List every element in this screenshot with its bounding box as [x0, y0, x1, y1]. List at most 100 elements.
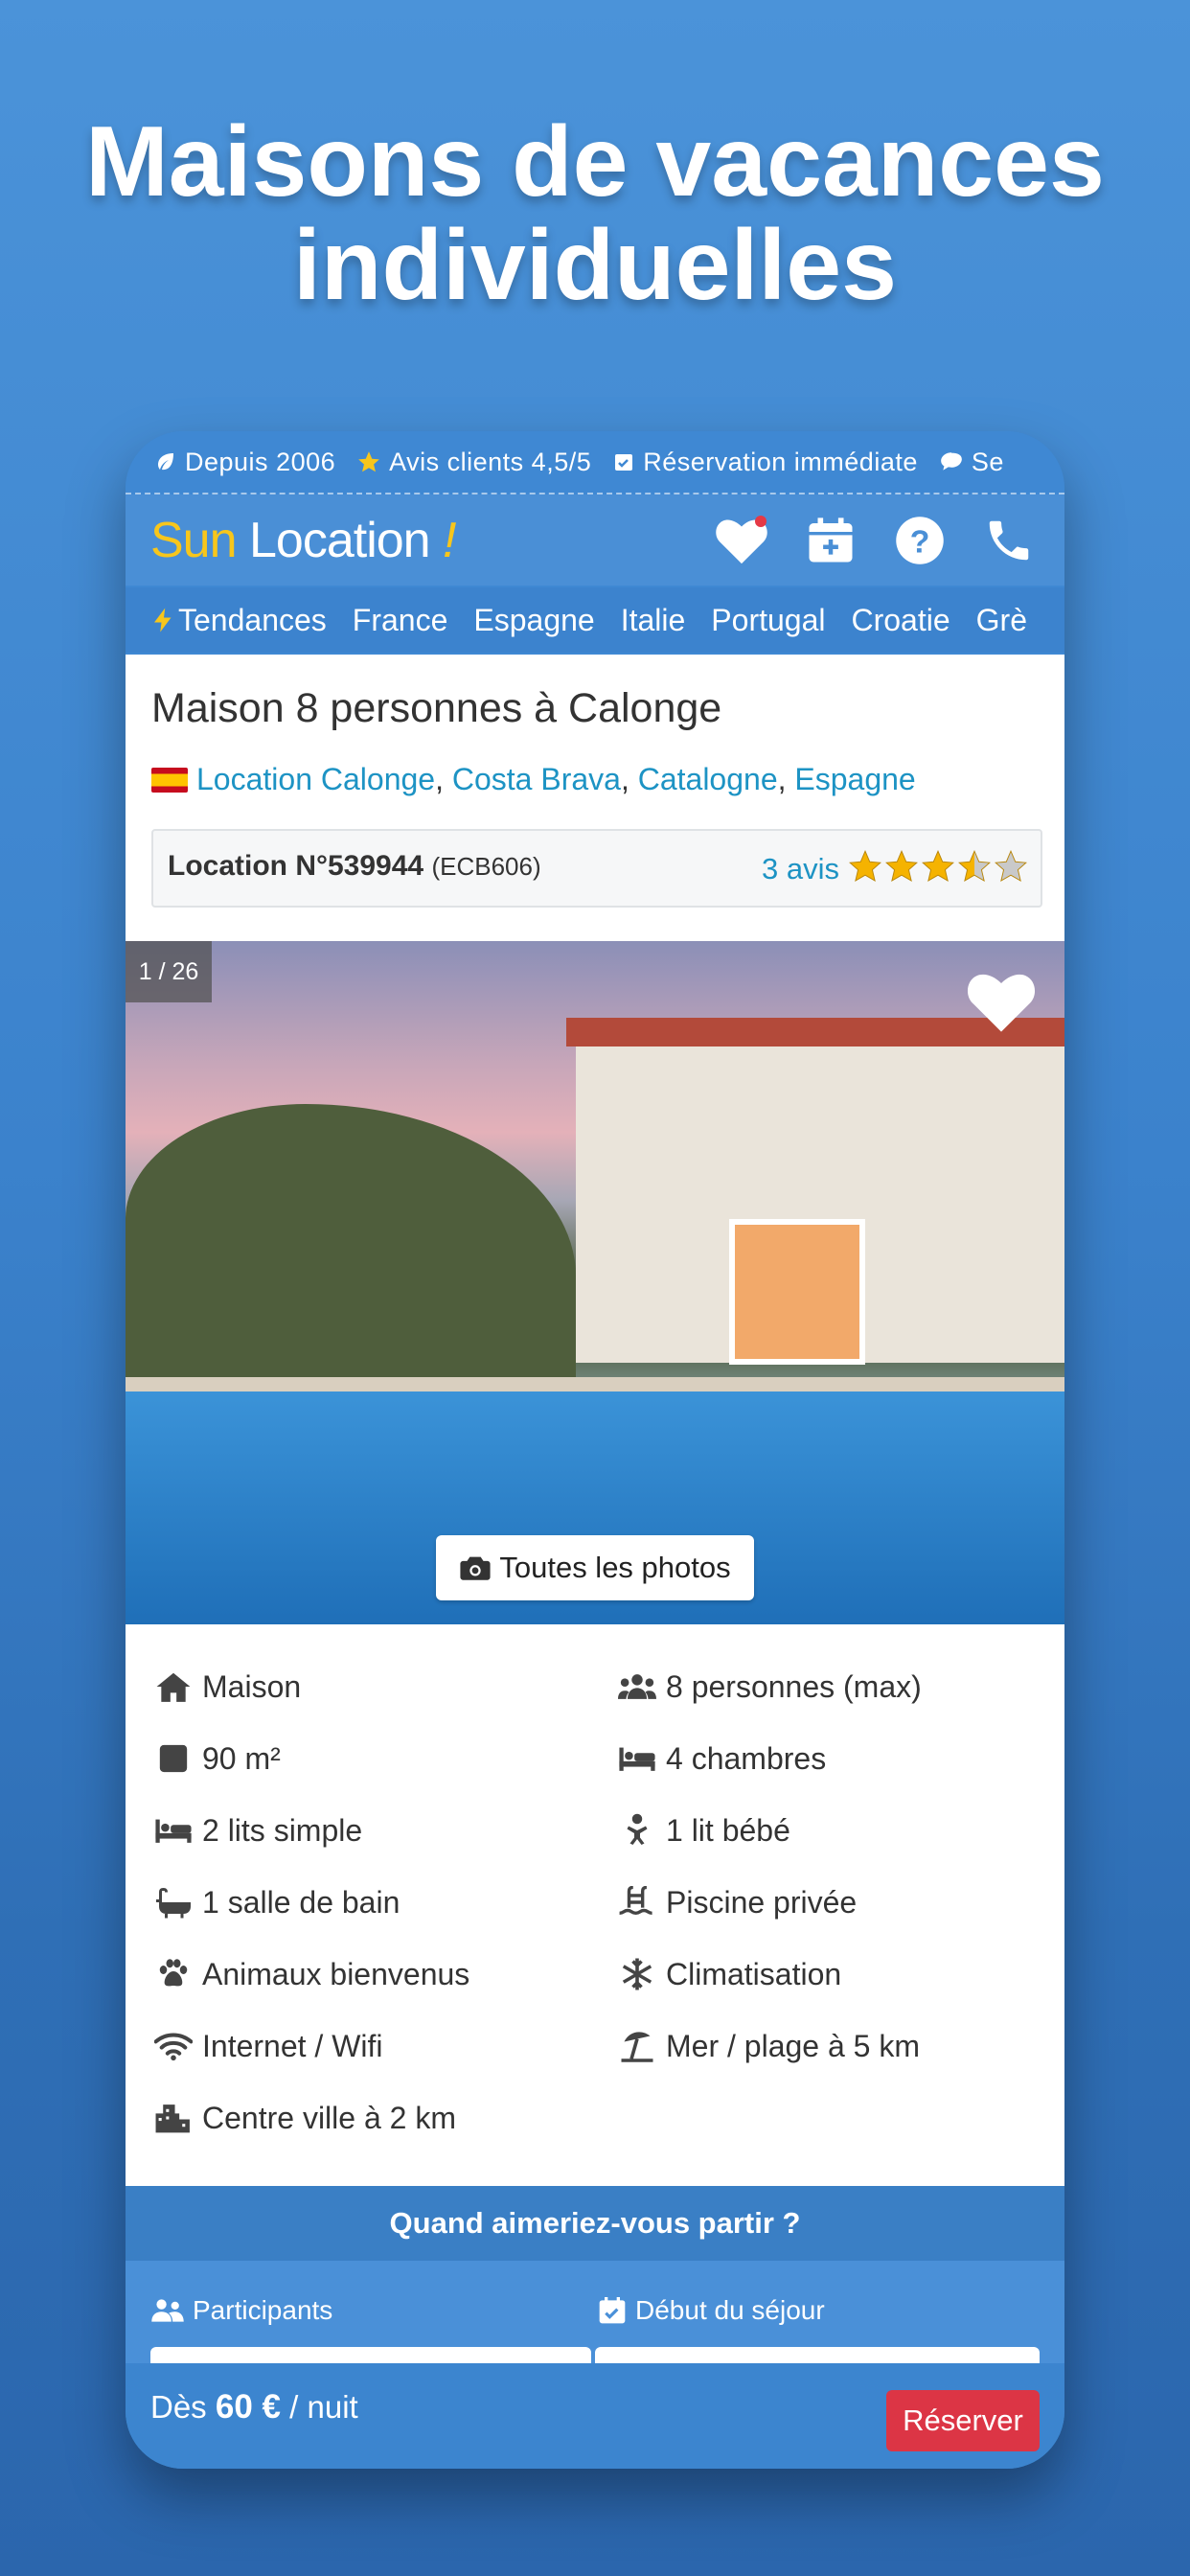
umbrella-beach-icon [618, 2027, 656, 2065]
nav-item-croatie[interactable]: Croatie [851, 603, 950, 638]
location-link-calonge[interactable]: Location Calonge [196, 762, 435, 797]
phone-icon [989, 520, 1029, 560]
trust-item-reviews: Avis clients 4,5/5 [356, 448, 591, 477]
trust-bar: Depuis 2006 Avis clients 4,5/5 Réservati… [126, 431, 1064, 494]
nav-item-espagne[interactable]: Espagne [473, 603, 594, 638]
phone-button[interactable] [980, 512, 1038, 569]
nav-label: Grè [975, 602, 1027, 637]
headline-line-2: individuelles [293, 210, 897, 321]
calendar-check-icon [599, 2297, 626, 2324]
feature-label: 4 chambres [666, 1740, 827, 1776]
reviews-link[interactable]: 3 avis [762, 848, 1029, 889]
users-icon [151, 2299, 184, 2322]
reference-number: Location N°539944 (ECB606) [168, 850, 541, 883]
favorites-button[interactable] [713, 512, 770, 569]
feature-type: Maison [154, 1668, 301, 1706]
listing-photo[interactable]: 1 / 26 Toutes les photos [126, 941, 1064, 1624]
reserve-button[interactable]: Réserver [886, 2390, 1040, 2451]
feature-label: Mer / plage à 5 km [666, 2028, 920, 2063]
trust-item-since: Depuis 2006 [154, 448, 335, 477]
nav-item-italie[interactable]: Italie [621, 603, 686, 638]
feature-pets: Animaux bienvenus [154, 1955, 469, 1993]
nav-item-grece[interactable]: Grè [976, 603, 1027, 638]
lightning-icon [154, 608, 172, 632]
logo-sun: Sun [150, 512, 238, 568]
photo-window [729, 1219, 865, 1365]
feature-beach: Mer / plage à 5 km [618, 2027, 920, 2065]
logo-exclaim: ! [443, 512, 456, 568]
pool-icon [618, 1883, 656, 1921]
nav-label: France [352, 602, 448, 637]
nav-item-portugal[interactable]: Portugal [711, 603, 825, 638]
ref-code: (ECB606) [431, 852, 541, 881]
start-date-label: Début du séjour [597, 2295, 825, 2326]
nav-item-tendances[interactable]: Tendances [149, 603, 327, 638]
listing-title: Maison 8 personnes à Calonge [151, 685, 722, 731]
price-suffix: / nuit [289, 2389, 358, 2425]
location-link-catalogne[interactable]: Catalogne [638, 762, 778, 797]
bed-icon [618, 1739, 656, 1778]
users-icon [618, 1668, 656, 1706]
single-bed-icon [154, 1811, 193, 1850]
feature-label: Animaux bienvenus [202, 1956, 470, 1991]
nav-label: Espagne [473, 602, 595, 637]
photo-counter: 1 / 26 [126, 941, 212, 1002]
star-icon [358, 451, 379, 472]
feature-pool: Piscine privée [618, 1883, 857, 1921]
photo-pool-edge [126, 1377, 1064, 1392]
trust-label: Avis clients 4,5/5 [389, 447, 592, 476]
home-icon [154, 1668, 193, 1706]
city-icon [154, 2099, 193, 2137]
trust-label: Depuis 2006 [185, 447, 336, 476]
bookings-button[interactable] [802, 512, 859, 569]
promo-headline: Maisons de vacances individuelles [0, 110, 1190, 317]
location-link-espagne[interactable]: Espagne [794, 762, 915, 797]
chat-icon [941, 452, 962, 471]
feature-label: 8 personnes (max) [666, 1668, 922, 1704]
destination-nav: Tendances France Espagne Italie Portugal… [126, 587, 1064, 653]
start-date-text: Début du séjour [635, 2295, 825, 2325]
feature-label: 90 m² [202, 1740, 281, 1776]
features-list: Maison 8 personnes (max) 90 m² 4 chambre… [126, 1624, 1064, 2199]
feature-label: Centre ville à 2 km [202, 2100, 456, 2135]
price-bar: Dès 60 € / nuit Réserver [126, 2363, 1064, 2469]
leaf-icon [158, 453, 173, 471]
help-button[interactable]: ? [891, 512, 949, 569]
star-icon [885, 849, 918, 883]
trust-item-booking: Réservation immédiate [612, 448, 918, 477]
phone-frame: Depuis 2006 Avis clients 4,5/5 Réservati… [126, 431, 1064, 2469]
trust-label: Se [971, 447, 1004, 476]
baby-icon [618, 1811, 656, 1850]
nav-label: Croatie [851, 602, 950, 637]
help-icon: ? [896, 516, 944, 564]
calendar-check-icon [615, 454, 633, 471]
feature-label: Maison [202, 1668, 302, 1704]
reviews-count: 3 avis [762, 851, 839, 886]
sun-location-logo[interactable]: Sun Location ! [150, 512, 457, 569]
feature-bedrooms: 4 chambres [618, 1739, 826, 1778]
nav-label: Tendances [178, 602, 327, 637]
headline-line-1: Maisons de vacances [85, 106, 1105, 218]
trust-label: Réservation immédiate [643, 447, 918, 476]
location-link-costa-brava[interactable]: Costa Brava [452, 762, 621, 797]
participants-text: Participants [193, 2295, 333, 2325]
feature-wifi: Internet / Wifi [154, 2027, 383, 2065]
favorite-toggle[interactable] [965, 968, 1038, 1040]
ref-label: Location N°539944 [168, 850, 424, 882]
booking-heading: Quand aimeriez-vous partir ? [126, 2186, 1064, 2261]
rating-stars [847, 848, 1029, 889]
feature-city-center: Centre ville à 2 km [154, 2099, 456, 2137]
reference-box: Location N°539944 (ECB606) 3 avis [151, 829, 1042, 908]
trust-item-service: Se [939, 448, 1004, 477]
participants-label: Participants [150, 2295, 332, 2326]
nav-label: Portugal [711, 602, 826, 637]
star-icon [958, 849, 991, 883]
all-photos-button[interactable]: Toutes les photos [436, 1535, 754, 1600]
all-photos-label: Toutes les photos [499, 1551, 731, 1584]
nav-item-france[interactable]: France [353, 603, 448, 638]
logo-location: Location [248, 512, 431, 568]
booking-form: Participants Début du séjour [126, 2261, 1064, 2385]
spain-flag-icon [151, 767, 188, 793]
star-icon [849, 849, 881, 883]
price-value: 60 € [215, 2388, 281, 2426]
